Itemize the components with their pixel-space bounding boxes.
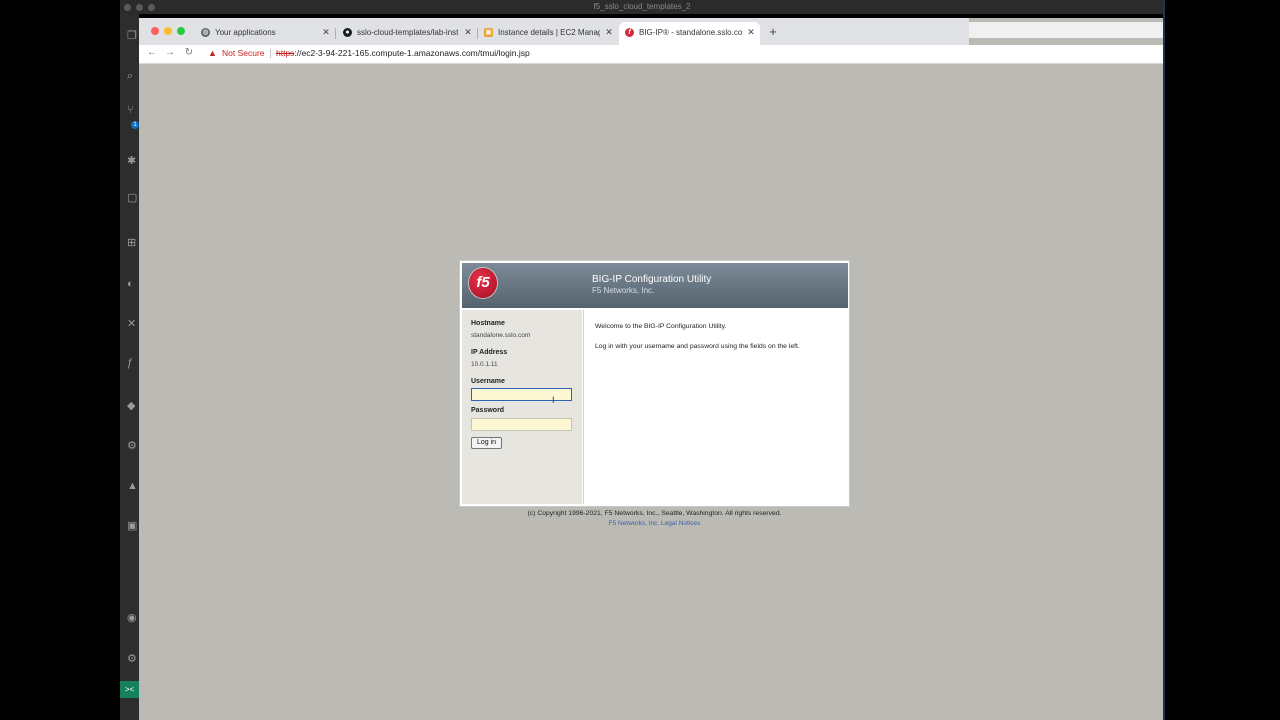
forward-icon[interactable]: →	[164, 46, 176, 60]
username-label: Username	[471, 378, 505, 385]
extension-f5-icon[interactable]: ƒ	[127, 357, 137, 369]
debug-icon[interactable]: ✱	[127, 155, 137, 167]
remote-explorer-icon[interactable]: ▢	[127, 192, 137, 204]
explorer-icon[interactable]: ❐	[127, 30, 137, 42]
extension-a-icon[interactable]: ▲	[127, 480, 138, 492]
tab-label: Instance details | EC2 Manage	[498, 28, 600, 37]
search-icon[interactable]: ⌕	[127, 70, 137, 82]
manage-gear-icon[interactable]: ⚙	[127, 653, 137, 665]
reload-icon[interactable]: ↻	[183, 46, 195, 60]
url-scheme: https	[276, 48, 295, 58]
tab-bigip-login[interactable]: f BIG-IP® - standalone.sslo.com ✕	[619, 22, 760, 45]
hostname-label: Hostname	[471, 320, 505, 327]
url-path: ://ec2-3-94-221-165.compute-1.amazonaws.…	[294, 48, 530, 58]
tab-label: Your applications	[215, 28, 276, 37]
f5-icon: f	[625, 28, 634, 37]
login-header-subtitle: F5 Networks, Inc.	[592, 286, 655, 295]
account-icon[interactable]: ◉	[127, 612, 137, 624]
browser-tab-strip-extension	[969, 22, 1163, 38]
source-control-badge: 1	[131, 121, 139, 129]
ip-address-label: IP Address	[471, 349, 508, 356]
browser-minimize-dot[interactable]	[164, 27, 172, 35]
welcome-column	[583, 310, 848, 504]
login-header-banner	[462, 263, 848, 308]
tab-separator	[335, 28, 336, 39]
text-cursor-icon: I	[552, 395, 555, 405]
login-header-title: BIG-IP Configuration Utility	[592, 274, 712, 285]
url-separator	[270, 49, 271, 58]
vscode-minimize-dot[interactable]	[136, 4, 143, 11]
browser-close-dot[interactable]	[151, 27, 159, 35]
extension-gear-icon[interactable]: ⚙	[127, 440, 137, 452]
close-icon[interactable]: ✕	[746, 22, 756, 43]
github-icon: ●	[343, 28, 352, 37]
new-tab-button[interactable]: +	[766, 24, 780, 40]
f5-logo: f5	[469, 268, 497, 298]
tab-your-applications[interactable]: ◍ Your applications ✕	[195, 22, 335, 45]
remote-status-button[interactable]: ><	[120, 681, 139, 698]
extension-c-icon[interactable]: ◐	[127, 278, 137, 290]
vscode-right-edge	[1163, 0, 1165, 720]
hostname-value: standalone.sslo.com	[471, 332, 531, 339]
extensions-icon[interactable]: ⊞	[127, 237, 137, 249]
aws-icon: ▣	[484, 28, 493, 37]
legal-notices-link[interactable]: F5 Networks, Inc. Legal Notices	[459, 520, 850, 527]
tab-ec2-instance[interactable]: ▣ Instance details | EC2 Manage ✕	[478, 22, 618, 45]
browser-zoom-dot[interactable]	[177, 27, 185, 35]
docker-icon[interactable]: ◆	[127, 400, 137, 412]
password-input[interactable]	[471, 418, 572, 431]
login-button[interactable]: Log in	[471, 437, 502, 449]
login-instructions: Log in with your username and password u…	[595, 343, 800, 350]
close-icon[interactable]: ✕	[604, 22, 614, 43]
close-icon[interactable]: ✕	[463, 22, 473, 43]
not-secure-label[interactable]: Not Secure	[222, 45, 265, 61]
back-icon[interactable]: ←	[146, 46, 158, 60]
tab-label: sslo-cloud-templates/lab-inst	[357, 28, 459, 37]
vscode-zoom-dot[interactable]	[148, 4, 155, 11]
extension-x-icon[interactable]: ✕	[127, 318, 137, 330]
warning-icon[interactable]: ▲	[208, 47, 218, 59]
close-icon[interactable]: ✕	[321, 22, 331, 43]
tab-github[interactable]: ● sslo-cloud-templates/lab-inst ✕	[337, 22, 477, 45]
source-control-icon[interactable]: ⑂	[127, 104, 137, 116]
address-bar[interactable]: https://ec2-3-94-221-165.compute-1.amazo…	[276, 45, 530, 61]
tab-label: BIG-IP® - standalone.sslo.com	[639, 28, 742, 37]
terminal-icon[interactable]: ▣	[127, 520, 137, 532]
username-input[interactable]	[471, 388, 572, 401]
ip-address-value: 10.0.1.11	[471, 361, 498, 368]
vscode-close-dot[interactable]	[124, 4, 131, 11]
vscode-window-title: f5_sslo_cloud_templates_2	[120, 0, 1164, 14]
copyright-text: (c) Copyright 1996-2021, F5 Networks, In…	[527, 510, 782, 517]
password-label: Password	[471, 407, 505, 414]
globe-icon: ◍	[201, 28, 210, 37]
welcome-message: Welcome to the BIG-IP Configuration Util…	[595, 323, 727, 330]
